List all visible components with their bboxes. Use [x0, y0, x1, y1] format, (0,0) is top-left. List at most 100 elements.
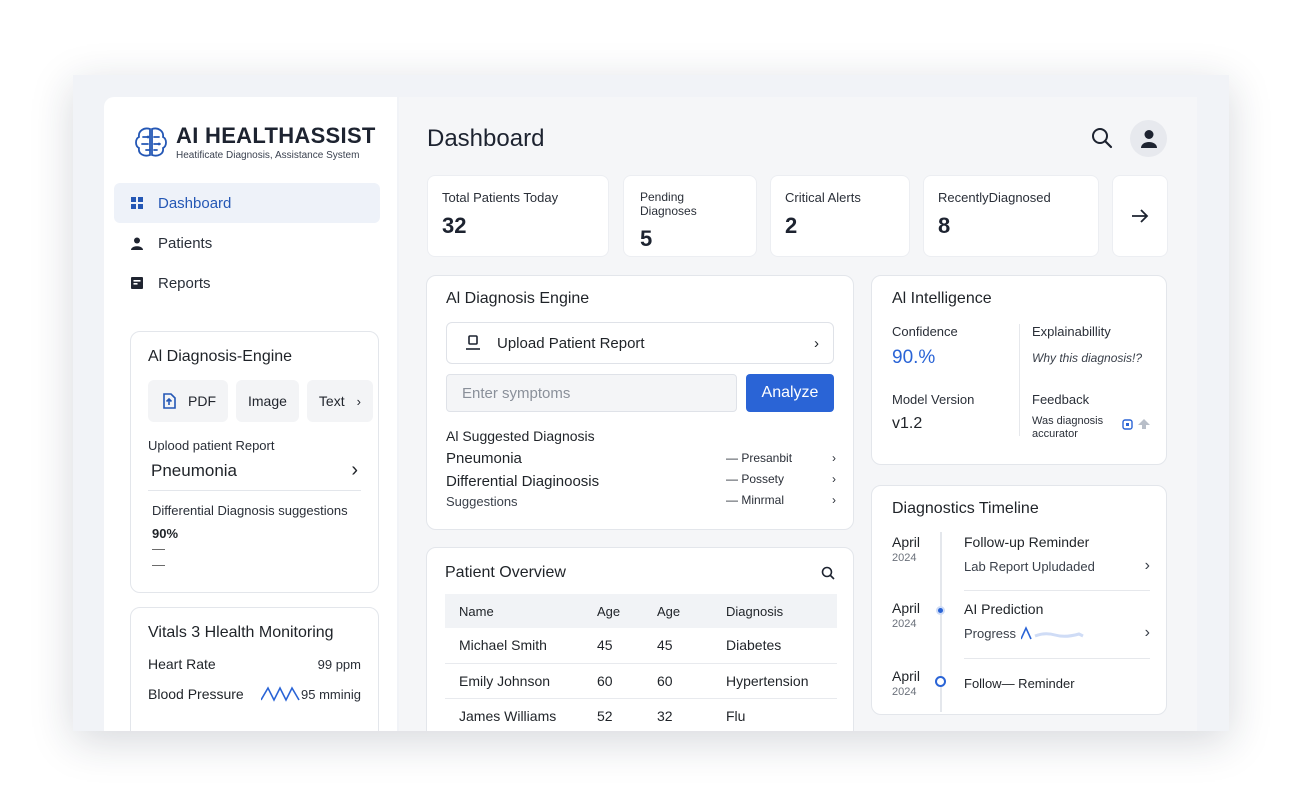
- stat-value: 32: [442, 213, 467, 238]
- event-title: Follow— Reminder: [964, 676, 1075, 691]
- sidebar-item-label: Reports: [158, 274, 211, 292]
- column-header[interactable]: Name: [445, 594, 597, 628]
- stats-next-button[interactable]: [1112, 175, 1168, 257]
- sidebar-item-patients[interactable]: Patients: [114, 223, 380, 263]
- tab-label: Image: [248, 393, 287, 409]
- feedback-question: Was diagnosis accurator: [1032, 415, 1104, 440]
- explainability-block: Explainabillity Why this diagnosis!?: [1032, 324, 1142, 365]
- cell-name: Michael Smith: [445, 628, 597, 664]
- chevron-right-icon: ›: [1144, 557, 1150, 574]
- analyze-button[interactable]: Analyze: [746, 374, 834, 412]
- tab-text[interactable]: Text ›: [306, 380, 373, 422]
- vital-label: Heart Rate: [148, 656, 216, 672]
- avatar[interactable]: [1130, 120, 1167, 157]
- symptoms-input[interactable]: Enter symptoms: [446, 374, 737, 412]
- card-title: Al Intelligence: [892, 290, 992, 307]
- confidence-label: Confidence: [892, 324, 958, 339]
- search-icon[interactable]: [1091, 127, 1113, 149]
- placeholder-dash: —: [152, 541, 165, 556]
- sidebar-diagnosis-card: Al Diagnosis-Engine PDF Image Text › Uplo…: [130, 331, 379, 593]
- column-header[interactable]: Age: [657, 594, 726, 628]
- suggestion-item[interactable]: — Presanbit ›: [726, 451, 836, 465]
- upload-icon: [466, 335, 480, 350]
- table-header-row: Name Age Age Diagnosis: [445, 594, 837, 628]
- suggestion-sub: Suggestions: [446, 494, 518, 509]
- table-row[interactable]: Emily Johnson 60 60 Hypertension: [445, 663, 837, 699]
- progress-sparkline-icon: [1021, 626, 1084, 640]
- chevron-right-icon: ›: [832, 472, 836, 486]
- stat-total-patients[interactable]: Total Patients Today 32: [427, 175, 609, 257]
- brand-subtitle: Heatificate Diagnosis, Assistance System: [176, 150, 360, 161]
- arrow-right-icon: [1132, 209, 1149, 223]
- suggested-title: Al Suggested Diagnosis: [446, 428, 595, 444]
- vital-value: 95 mminig: [301, 686, 361, 702]
- timeline-event[interactable]: Follow— Reminder: [964, 676, 1150, 691]
- model-block: Model Version v1.2: [892, 392, 974, 433]
- ai-intelligence-card: Al Intelligence Confidence 90.% Explaina…: [871, 275, 1167, 465]
- upload-file-icon: [163, 393, 176, 409]
- sidebar-item-reports[interactable]: Reports: [114, 263, 380, 303]
- table-row[interactable]: Michael Smith 45 45 Diabetes: [445, 628, 837, 664]
- stat-value: 2: [785, 213, 798, 238]
- cell-name: James Williams: [445, 698, 597, 731]
- column-header[interactable]: Diagnosis: [726, 594, 837, 628]
- stat-pending-diagnoses[interactable]: Pending Diagnoses 5: [623, 175, 757, 257]
- stat-value: 5: [640, 226, 653, 251]
- cell-age: 32: [657, 698, 726, 731]
- card-title: Al Diagnosis Engine: [446, 290, 590, 307]
- brand-logo: AI HEALTHASSIST Heatificate Diagnosis, A…: [132, 123, 376, 161]
- timeline-dot: [935, 676, 946, 687]
- stat-recently-diagnosed[interactable]: RecentlyDiagnosed 8: [923, 175, 1099, 257]
- feedback-block: Feedback Was diagnosis accurator: [1032, 392, 1151, 441]
- divider: [964, 590, 1150, 591]
- user-icon: [1140, 129, 1157, 148]
- grid-icon: [130, 196, 144, 210]
- cell-diagnosis: Flu: [726, 698, 837, 731]
- sidebar-nav: Dashboard Patients Reports: [114, 183, 380, 303]
- timeline-date: April 2024: [892, 534, 920, 564]
- sidebar-item-label: Patients: [158, 234, 213, 252]
- search-icon[interactable]: [821, 566, 835, 580]
- card-title: Vitals 3 Hlealth Monitoring: [148, 624, 334, 641]
- patient-overview-card: Patient Overview Name Age Age Diagnosis …: [426, 547, 854, 731]
- upload-label: Upload Patient Report: [497, 334, 645, 352]
- upvote-icon[interactable]: [1137, 418, 1151, 430]
- explainability-link[interactable]: Why this diagnosis!?: [1032, 351, 1142, 365]
- diagnosis-row[interactable]: Pneumonia ›: [148, 453, 361, 491]
- upload-report-button[interactable]: Upload Patient Report ›: [446, 322, 834, 364]
- person-icon: [130, 236, 144, 250]
- cell-name: Emily Johnson: [445, 663, 597, 699]
- main-content: Dashboard Total Patients Today 32 Pendin…: [399, 97, 1197, 731]
- report-icon: [130, 276, 144, 290]
- timeline-event[interactable]: Follow-up Reminder Lab Report Upludaded ›: [964, 534, 1150, 575]
- timeline-event[interactable]: AI Prediction Progress ›: [964, 601, 1150, 642]
- tab-image[interactable]: Image: [236, 380, 299, 422]
- cell-age: 52: [597, 698, 657, 731]
- tab-label: Text: [318, 393, 345, 409]
- stat-label: RecentlyDiagnosed: [938, 190, 1051, 205]
- stat-value: 8: [938, 213, 951, 238]
- thumbs-icon[interactable]: [1122, 419, 1133, 430]
- suggestion-item[interactable]: — Minrmal ›: [726, 493, 836, 507]
- symptom-row: Enter symptoms Analyze: [446, 374, 834, 412]
- event-title: AI Prediction: [964, 601, 1044, 617]
- stat-critical-alerts[interactable]: Critical Alerts 2: [770, 175, 910, 257]
- divider: [964, 658, 1150, 659]
- column-header[interactable]: Age: [597, 594, 657, 628]
- card-title: Diagnostics Timeline: [892, 500, 1039, 517]
- date-month: April: [892, 534, 921, 550]
- stat-label: Pending Diagnoses: [640, 190, 697, 218]
- sidebar-item-dashboard[interactable]: Dashboard: [114, 183, 380, 223]
- tab-pdf[interactable]: PDF: [148, 380, 228, 422]
- suggestion-item[interactable]: — Possety ›: [726, 472, 836, 486]
- date-year: 2024: [892, 686, 917, 698]
- card-title: Patient Overview: [445, 564, 566, 581]
- diagnostics-timeline-card: Diagnostics Timeline April 2024 Follow-u…: [871, 485, 1167, 715]
- cell-diagnosis: Diabetes: [726, 628, 837, 664]
- table-row[interactable]: James Williams 52 32 Flu: [445, 698, 837, 731]
- chevron-right-icon: ›: [351, 459, 358, 481]
- confidence-value: 90.%: [892, 347, 936, 368]
- suggestion-label: — Possety: [726, 472, 785, 486]
- page-title: Dashboard: [427, 125, 545, 152]
- cell-age: 60: [657, 663, 726, 699]
